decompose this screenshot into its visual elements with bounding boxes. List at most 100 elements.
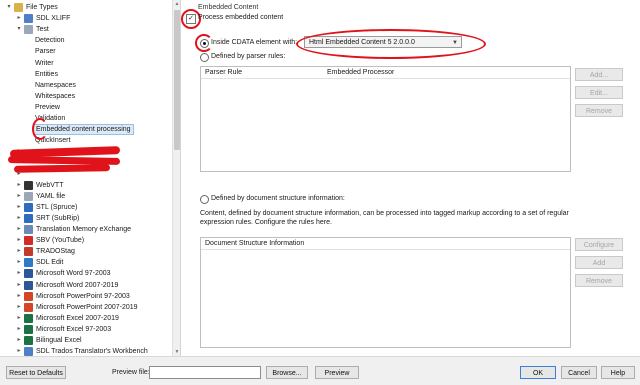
collapse-arrow-icon[interactable]: ▸ [16, 257, 22, 268]
tree-item[interactable]: ▸ WebVTT [0, 180, 170, 191]
embedded-content-panel: Embedded Content ✓ Process embedded cont… [181, 0, 640, 356]
tree-item[interactable]: ▸ Bilingual Excel [0, 335, 170, 346]
docstruct-add-button[interactable]: Add [575, 256, 623, 269]
file-icon [24, 280, 33, 290]
preview-button[interactable]: Preview [315, 366, 359, 379]
file-icon [24, 225, 33, 234]
collapse-arrow-icon[interactable]: ▸ [16, 246, 22, 257]
docstruct-remove-button[interactable]: Remove [575, 274, 623, 287]
collapse-arrow-icon[interactable]: ▸ [16, 13, 22, 24]
tree-item[interactable]: QuickInsert [0, 135, 170, 146]
tree-item[interactable]: ▸ SBV (YouTube) [0, 235, 170, 246]
tree-item[interactable]: ▸ YAML file [0, 191, 170, 202]
tree-item-label: Microsoft PowerPoint 97-2003 [36, 292, 130, 300]
collapse-arrow-icon[interactable]: ▸ [16, 346, 22, 356]
expand-arrow-icon[interactable]: ▾ [16, 24, 22, 35]
tree-item[interactable]: ▸ Microsoft Word 2007-2019 [0, 280, 170, 291]
tree-item[interactable]: Writer [0, 58, 170, 69]
tree-item-label: Namespaces [35, 81, 76, 89]
parser-edit-button[interactable]: Edit... [575, 86, 623, 99]
collapse-arrow-icon[interactable]: ▸ [16, 235, 22, 246]
parser-rules-radio[interactable] [200, 53, 209, 62]
tree-item[interactable]: ▸ Translation Memory eXchange [0, 224, 170, 235]
collapse-arrow-icon[interactable]: ▸ [16, 335, 22, 346]
scroll-up-arrow-icon[interactable]: ▲ [173, 0, 180, 8]
collapse-arrow-icon[interactable]: ▸ [16, 268, 22, 279]
tree-item[interactable]: ▸ Microsoft Excel 2007-2019 [0, 313, 170, 324]
tree-item[interactable]: ▸ SDL XLIFF [0, 13, 170, 24]
tree-item-label: SDL Edit [36, 259, 64, 267]
tree-item-label: Preview [35, 103, 60, 111]
tree-item[interactable]: Entities [0, 69, 170, 80]
collapse-arrow-icon[interactable]: ▸ [16, 202, 22, 213]
tree-item-label: Test [36, 26, 49, 34]
tree-item[interactable]: ▸ TRADOStag [0, 246, 170, 257]
tree-item[interactable]: ▸ Microsoft PowerPoint 97-2003 [0, 291, 170, 302]
tree-item-label: Embedded content processing [33, 124, 134, 136]
folder-icon [14, 3, 23, 12]
tree-item-label: Microsoft Word 2007-2019 [36, 281, 119, 289]
tree-item-label: Microsoft Excel 2007-2019 [36, 314, 119, 322]
parser-rules-grid[interactable]: Parser Rule Embedded Processor [200, 66, 571, 172]
browse-button[interactable]: Browse... [266, 366, 308, 379]
dialog-footer: Reset to Defaults Preview file: Browse..… [0, 356, 640, 385]
tree-item[interactable]: Preview [0, 102, 170, 113]
help-button[interactable]: Help [601, 366, 635, 379]
tree-item[interactable]: ▸ STL (Spruce) [0, 202, 170, 213]
docstruct-radio[interactable] [200, 195, 209, 204]
tree-item[interactable]: ▸ SDL Edit [0, 257, 170, 268]
tree-item[interactable]: Embedded content processing [0, 124, 170, 136]
tree-item[interactable]: ▸ Microsoft Word 97-2003 [0, 268, 170, 279]
file-icon [24, 202, 33, 212]
tree-item[interactable]: ▸ Microsoft Excel 97-2003 [0, 324, 170, 335]
collapse-arrow-icon[interactable]: ▸ [16, 224, 22, 235]
file-icon [24, 191, 33, 201]
docstruct-grid[interactable]: Document Structure Information [200, 237, 571, 348]
tree-item-label: Parser [35, 48, 56, 56]
tree-item[interactable]: Namespaces [0, 80, 170, 91]
tree-item-label: Detection [35, 37, 65, 45]
collapse-arrow-icon[interactable]: ▸ [16, 291, 22, 302]
file-types-tree[interactable]: ▾ File Types ▸ SDL XLIFF ▾ Test Detection Parse… [0, 0, 181, 356]
tree-item-label: TRADOStag [36, 248, 75, 256]
tree-item[interactable]: ▸ SRT (SubRip) [0, 213, 170, 224]
tree-item[interactable]: Validation [0, 113, 170, 124]
collapse-arrow-icon[interactable]: ▸ [16, 324, 22, 335]
tree-item[interactable]: Detection [0, 35, 170, 46]
tree-scrollbar[interactable]: ▲ ▼ [172, 0, 180, 356]
parser-add-button[interactable]: Add... [575, 68, 623, 81]
process-embedded-label: Process embedded content [198, 14, 284, 21]
tree-item[interactable]: ▸ SDL Trados Translator's Workbench [0, 346, 170, 356]
docstruct-configure-button[interactable]: Configure [575, 238, 623, 251]
tree-item[interactable]: ▾ Test [0, 24, 170, 35]
preview-file-label: Preview file: [112, 369, 150, 376]
annotation-circle [32, 118, 48, 140]
scroll-down-arrow-icon[interactable]: ▼ [173, 348, 180, 356]
tree-item[interactable]: Whitespaces [0, 91, 170, 102]
tree-item[interactable]: ▾ File Types [0, 2, 170, 13]
section-title: Embedded Content [198, 4, 259, 11]
cancel-button[interactable]: Cancel [561, 366, 597, 379]
annotation-circle [296, 29, 486, 59]
collapse-arrow-icon[interactable]: ▸ [16, 213, 22, 224]
tree-item[interactable]: Parser [0, 46, 170, 57]
expand-arrow-icon[interactable]: ▾ [6, 2, 12, 13]
collapse-arrow-icon[interactable]: ▸ [16, 302, 22, 313]
file-icon [24, 258, 33, 268]
tree-item-label: Translation Memory eXchange [36, 226, 132, 233]
file-icon [24, 291, 33, 301]
parser-remove-button[interactable]: Remove [575, 104, 623, 117]
file-icon [24, 302, 33, 312]
parser-rules-grid-header: Parser Rule Embedded Processor [201, 67, 570, 79]
collapse-arrow-icon[interactable]: ▸ [16, 313, 22, 324]
tree-item[interactable]: ▸ Microsoft PowerPoint 2007-2019 [0, 302, 170, 313]
scroll-thumb[interactable] [174, 10, 180, 150]
tree-item-label: File Types [26, 4, 58, 11]
collapse-arrow-icon[interactable]: ▸ [16, 191, 22, 202]
reset-defaults-button[interactable]: Reset to Defaults [6, 366, 66, 379]
collapse-arrow-icon[interactable]: ▸ [16, 180, 22, 191]
collapse-arrow-icon[interactable]: ▸ [16, 280, 22, 291]
ok-button[interactable]: OK [520, 366, 556, 379]
tree-item-label: Microsoft PowerPoint 2007-2019 [36, 303, 138, 311]
preview-file-input[interactable] [149, 366, 261, 379]
